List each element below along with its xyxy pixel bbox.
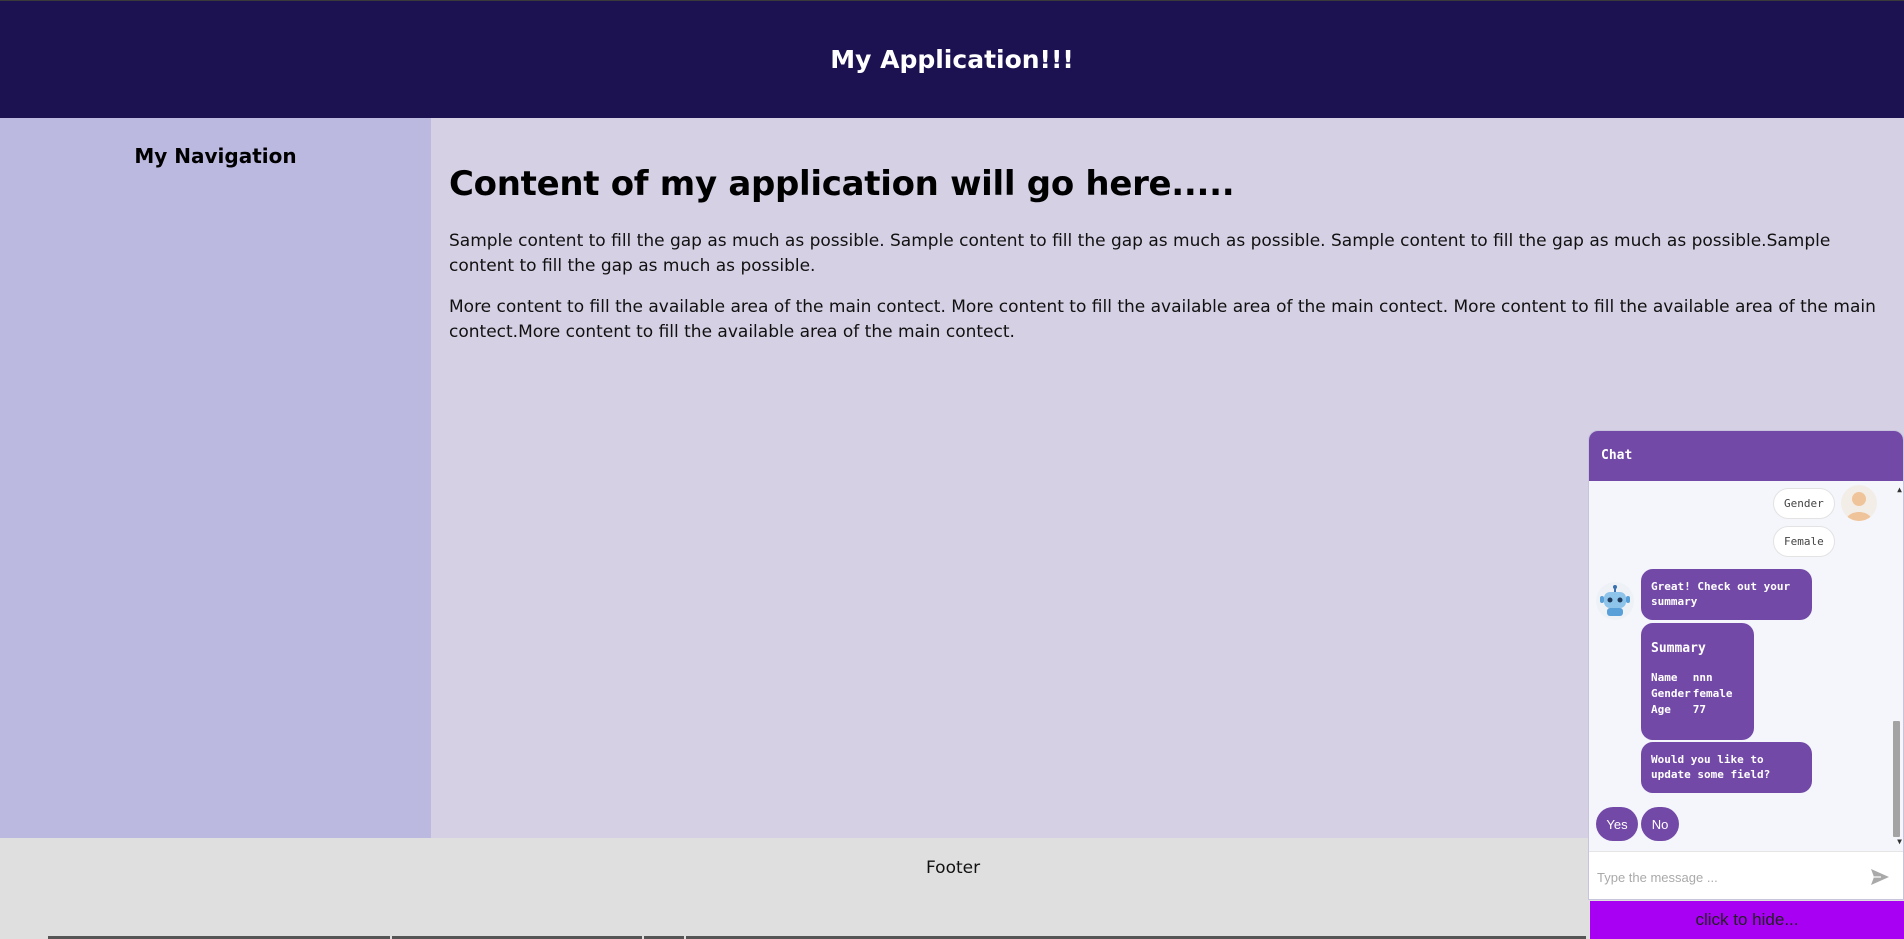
summary-label: Name: [1651, 671, 1678, 684]
no-button[interactable]: No: [1641, 807, 1679, 841]
chat-header: Chat: [1589, 431, 1903, 481]
chat-messages[interactable]: ▲ ▼ Gender Female Great! Check out your …: [1589, 481, 1903, 851]
chat-scrollbar[interactable]: [1893, 721, 1900, 837]
user-avatar-icon: [1841, 485, 1877, 521]
summary-value: 77: [1692, 703, 1706, 716]
bot-message: Great! Check out your summary: [1641, 569, 1812, 620]
summary-row: Name nnn: [1651, 670, 1735, 686]
nav-title: My Navigation: [134, 144, 297, 168]
robot-icon: [1595, 581, 1635, 621]
summary-value: female: [1692, 687, 1733, 700]
summary-row: Age 77: [1651, 702, 1735, 718]
scroll-down-arrow-icon[interactable]: ▼: [1897, 837, 1902, 846]
yes-button[interactable]: Yes: [1596, 807, 1638, 841]
summary-row: Gender female: [1651, 686, 1735, 702]
scroll-up-arrow-icon[interactable]: ▲: [1897, 485, 1902, 494]
summary-card: Summary Name nnn Gender female Age 77: [1641, 623, 1754, 740]
user-message: Female: [1773, 526, 1835, 557]
chat-title: Chat: [1601, 448, 1633, 463]
summary-label: Age: [1651, 703, 1671, 716]
send-icon[interactable]: [1869, 866, 1891, 888]
summary-table: Name nnn Gender female Age 77: [1651, 670, 1735, 718]
summary-value: nnn: [1692, 671, 1713, 684]
hide-chat-button[interactable]: click to hide...: [1590, 901, 1904, 939]
chat-message-input[interactable]: [1597, 866, 1857, 888]
chat-widget: Chat ▲ ▼ Gender Female Great! Check out …: [1588, 430, 1904, 900]
summary-title: Summary: [1651, 641, 1706, 656]
content-paragraph: More content to fill the available area …: [449, 297, 1876, 342]
navigation-panel: My Navigation: [0, 118, 431, 838]
user-message: Gender: [1773, 488, 1835, 519]
app-title: My Application!!!: [830, 45, 1074, 74]
content-heading: Content of my application will go here..…: [449, 164, 1235, 204]
content-paragraph: Sample content to fill the gap as much a…: [449, 231, 1831, 276]
summary-label: Gender: [1651, 687, 1691, 700]
chat-input-row: [1589, 851, 1903, 899]
app-header: My Application!!!: [0, 0, 1904, 118]
bot-message: Would you like to update some field?: [1641, 742, 1812, 793]
footer-label: Footer: [926, 858, 981, 878]
